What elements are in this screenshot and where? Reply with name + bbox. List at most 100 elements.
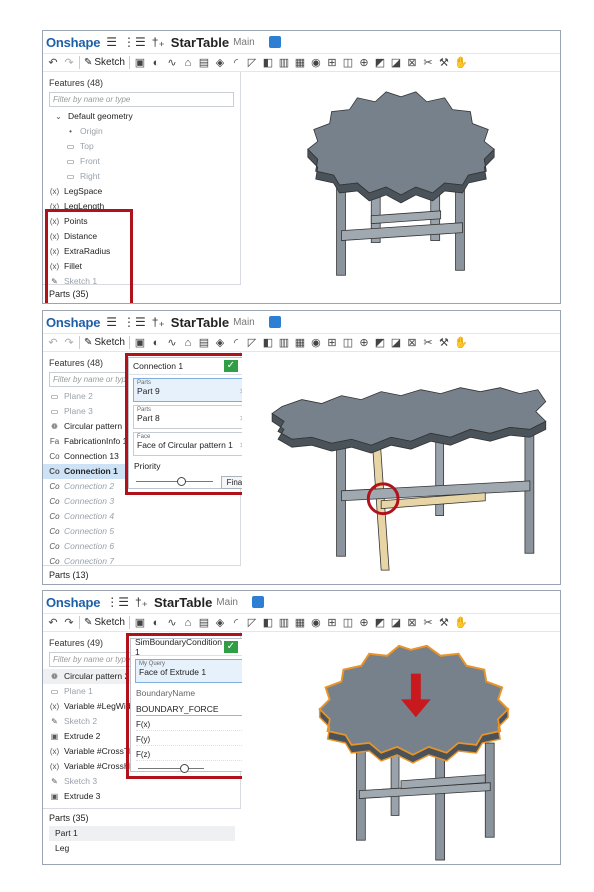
chevron-down-icon[interactable]: ⌄ [53, 109, 64, 124]
thicken-icon[interactable]: ▤ [198, 56, 210, 69]
rib-icon[interactable]: ▥ [278, 616, 290, 629]
custom-feature-icon[interactable]: ✂ [422, 616, 434, 629]
redo-icon[interactable]: ↷ [63, 336, 75, 349]
transform-icon[interactable]: ◪ [390, 56, 402, 69]
document-title[interactable]: StarTable [171, 315, 229, 330]
hole-icon[interactable]: ◉ [310, 56, 322, 69]
extrude-icon[interactable]: ▣ [134, 56, 146, 69]
onshape-logo[interactable]: Onshape [46, 35, 100, 50]
undo-icon[interactable]: ↶ [47, 616, 59, 629]
plane-icon[interactable]: ◈ [214, 56, 226, 69]
document-title[interactable]: StarTable [171, 35, 229, 50]
variables-icon[interactable]: †₊ [152, 315, 165, 329]
viewport[interactable] [242, 72, 560, 303]
parts-header[interactable]: Parts (13) [43, 565, 241, 584]
beam-icon[interactable]: ⚒ [438, 56, 450, 69]
viewport[interactable] [242, 632, 560, 864]
filter-input[interactable]: Filter by name or type [49, 92, 234, 107]
boolean-icon[interactable]: ⊕ [358, 336, 370, 349]
onshape-logo[interactable]: Onshape [46, 315, 100, 330]
split-icon[interactable]: ◩ [374, 56, 386, 69]
chamfer-icon[interactable]: ◸ [246, 616, 258, 629]
list-item[interactable]: ▭ Top [43, 139, 240, 154]
variables-icon[interactable]: †₊ [152, 35, 165, 49]
list-item[interactable]: Co Connection 3 [43, 494, 240, 509]
undo-icon[interactable]: ↶ [47, 56, 59, 69]
mirror-icon[interactable]: ◫ [342, 56, 354, 69]
document-title[interactable]: StarTable [154, 595, 212, 610]
publish-icon[interactable] [268, 36, 281, 48]
hole-icon[interactable]: ◉ [310, 336, 322, 349]
delete-part-icon[interactable]: ⊠ [406, 56, 418, 69]
rib-icon[interactable]: ▥ [278, 336, 290, 349]
shell-icon[interactable]: ▦ [294, 616, 306, 629]
draft-icon[interactable]: ◧ [262, 56, 274, 69]
hand-icon[interactable]: ✋ [454, 616, 468, 629]
revolve-icon[interactable]: ◐ [150, 57, 162, 69]
loft-icon[interactable]: ⌂ [182, 57, 194, 69]
extrude-icon[interactable]: ▣ [134, 336, 146, 349]
list-item[interactable]: Part 1 [49, 826, 235, 841]
revolve-icon[interactable]: ◐ [150, 337, 162, 349]
onshape-logo[interactable]: Onshape [46, 595, 100, 610]
sweep-icon[interactable]: ∿ [166, 616, 178, 629]
list-item[interactable]: ▭ Front [43, 154, 240, 169]
shell-icon[interactable]: ▦ [294, 336, 306, 349]
list-item[interactable]: ▭ Right [43, 169, 240, 184]
viewport[interactable] [242, 352, 560, 584]
hole-icon[interactable]: ◉ [310, 616, 322, 629]
delete-part-icon[interactable]: ⊠ [406, 336, 418, 349]
plane-icon[interactable]: ◈ [214, 616, 226, 629]
redo-icon[interactable]: ↷ [63, 616, 75, 629]
undo-icon[interactable]: ↶ [47, 336, 59, 349]
revolve-icon[interactable]: ◐ [150, 617, 162, 629]
chamfer-icon[interactable]: ◸ [246, 336, 258, 349]
publish-icon[interactable] [268, 316, 281, 328]
delete-part-icon[interactable]: ⊠ [406, 616, 418, 629]
pattern-icon[interactable]: ⊞ [326, 56, 338, 69]
beam-icon[interactable]: ⚒ [438, 336, 450, 349]
split-icon[interactable]: ◩ [374, 616, 386, 629]
list-item[interactable]: ▣ Extrude 3 [43, 789, 240, 804]
boolean-icon[interactable]: ⊕ [358, 616, 370, 629]
plane-icon[interactable]: ◈ [214, 336, 226, 349]
thicken-icon[interactable]: ▤ [198, 616, 210, 629]
draft-icon[interactable]: ◧ [262, 336, 274, 349]
redo-icon[interactable]: ↷ [63, 56, 75, 69]
sweep-icon[interactable]: ∿ [166, 56, 178, 69]
fillet-icon[interactable]: ◜ [230, 616, 242, 629]
list-item[interactable]: Co Connection 6 [43, 539, 240, 554]
list-item[interactable]: (x) LegSpace [43, 184, 240, 199]
custom-feature-icon[interactable]: ✂ [422, 56, 434, 69]
list-item[interactable]: Co Connection 4 [43, 509, 240, 524]
mirror-icon[interactable]: ◫ [342, 336, 354, 349]
feature-list-icon[interactable]: ⋮☰ [123, 315, 146, 329]
list-item[interactable]: ⌄ Default geometry [43, 109, 240, 124]
draft-icon[interactable]: ◧ [262, 616, 274, 629]
sketch-button[interactable]: ✎ Sketch [84, 617, 125, 628]
chamfer-icon[interactable]: ◸ [246, 56, 258, 69]
menu-icon[interactable]: ☰ [106, 35, 117, 49]
boolean-icon[interactable]: ⊕ [358, 56, 370, 69]
parts-header[interactable]: Parts (35) [49, 813, 235, 823]
variables-icon[interactable]: †₊ [135, 595, 148, 609]
loft-icon[interactable]: ⌂ [182, 617, 194, 629]
transform-icon[interactable]: ◪ [390, 616, 402, 629]
sweep-icon[interactable]: ∿ [166, 336, 178, 349]
feature-list-icon[interactable]: ⋮☰ [106, 595, 129, 609]
transform-icon[interactable]: ◪ [390, 336, 402, 349]
pattern-icon[interactable]: ⊞ [326, 336, 338, 349]
thicken-icon[interactable]: ▤ [198, 336, 210, 349]
menu-icon[interactable]: ☰ [106, 315, 117, 329]
hand-icon[interactable]: ✋ [454, 56, 468, 69]
extrude-icon[interactable]: ▣ [134, 616, 146, 629]
fillet-icon[interactable]: ◜ [230, 56, 242, 69]
beam-icon[interactable]: ⚒ [438, 616, 450, 629]
list-item[interactable]: Co Connection 5 [43, 524, 240, 539]
pattern-icon[interactable]: ⊞ [326, 616, 338, 629]
hand-icon[interactable]: ✋ [454, 336, 468, 349]
list-item[interactable]: • Origin [43, 124, 240, 139]
custom-feature-icon[interactable]: ✂ [422, 336, 434, 349]
sketch-button[interactable]: ✎ Sketch [84, 57, 125, 68]
sketch-button[interactable]: ✎ Sketch [84, 337, 125, 348]
